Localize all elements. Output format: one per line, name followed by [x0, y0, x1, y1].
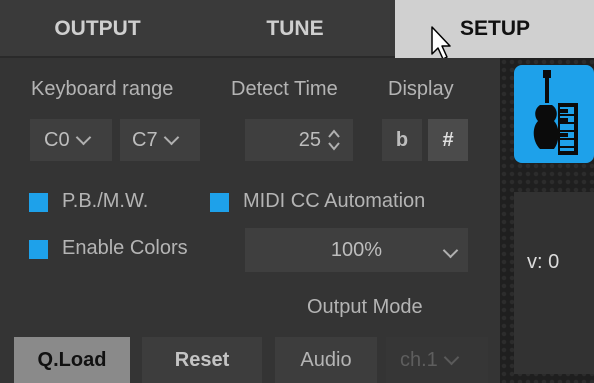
instrument-button[interactable]	[514, 65, 594, 163]
enable-colors-checkbox[interactable]	[29, 240, 48, 259]
display-flat-button[interactable]: b	[382, 119, 422, 161]
up-down-arrows-icon[interactable]	[327, 128, 341, 152]
zoom-dropdown[interactable]: 100%	[245, 228, 468, 272]
range-low-dropdown[interactable]: C0	[30, 119, 112, 161]
zoom-value: 100%	[330, 238, 383, 261]
enable-colors-label: Enable Colors	[62, 237, 188, 259]
tab-setup[interactable]: SETUP	[395, 0, 594, 58]
pbmw-label: P.B./M.W.	[62, 190, 149, 212]
keyboard-range-label: Keyboard range	[31, 78, 174, 100]
velocity-display	[514, 192, 594, 374]
velocity-text: v: 0	[527, 251, 560, 273]
guitar-keyboard-icon	[533, 70, 578, 155]
pbmw-checkbox[interactable]	[29, 193, 48, 212]
display-label: Display	[388, 78, 454, 100]
audio-button[interactable]: Audio	[275, 337, 377, 383]
range-high-value: C7	[132, 128, 158, 151]
mouse-cursor-icon	[431, 26, 451, 60]
chevron-down-icon	[163, 129, 179, 145]
tab-tune[interactable]: TUNE	[195, 0, 395, 58]
display-sharp-button[interactable]: #	[428, 119, 468, 161]
tab-bar: OUTPUT TUNE SETUP	[0, 0, 594, 58]
detect-time-value: 25	[298, 128, 321, 151]
detect-time-stepper[interactable]: 25	[245, 119, 353, 161]
reset-button[interactable]: Reset	[142, 337, 262, 383]
midi-cc-checkbox[interactable]	[210, 193, 229, 212]
channel-dropdown[interactable]: ch.1	[386, 337, 488, 383]
channel-value: ch.1	[400, 348, 438, 371]
range-low-value: C0	[44, 128, 70, 151]
output-mode-label: Output Mode	[307, 296, 423, 318]
qload-button[interactable]: Q.Load	[14, 337, 130, 383]
detect-time-label: Detect Time	[231, 78, 338, 100]
sharp-symbol: #	[442, 128, 454, 151]
flat-symbol: b	[395, 128, 409, 151]
chevron-down-icon	[75, 129, 91, 145]
tab-output[interactable]: OUTPUT	[0, 0, 195, 58]
app-window: OUTPUT TUNE SETUP Keyboard range Detect …	[0, 0, 594, 383]
chevron-down-icon	[443, 349, 460, 365]
setup-panel	[0, 58, 500, 383]
range-high-dropdown[interactable]: C7	[120, 119, 200, 161]
midi-cc-label: MIDI CC Automation	[243, 190, 426, 212]
